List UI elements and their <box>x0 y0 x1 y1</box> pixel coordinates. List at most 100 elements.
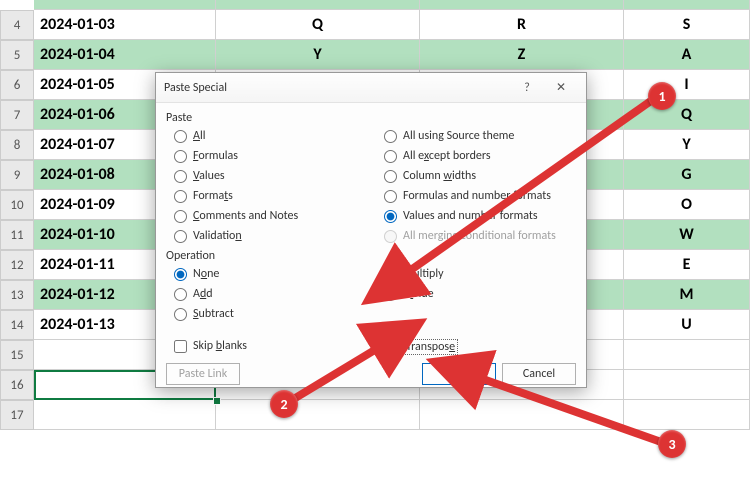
cell[interactable]: Y <box>624 130 750 160</box>
row-header[interactable]: 11 <box>0 220 34 250</box>
paste-comments-input[interactable] <box>174 210 187 223</box>
operation-none-input[interactable] <box>174 268 187 281</box>
cell[interactable]: S <box>624 10 750 40</box>
selection-handle[interactable] <box>213 397 221 405</box>
paste-formats-input[interactable] <box>174 190 187 203</box>
row-header[interactable]: 7 <box>0 100 34 130</box>
radio-label: All <box>193 129 205 143</box>
paste-col_widths[interactable]: Column widths <box>384 169 476 183</box>
radio-label: All except borders <box>403 149 491 163</box>
transpose-input[interactable] <box>384 341 397 354</box>
operation-add[interactable]: Add <box>174 287 213 301</box>
radio-label: Divide <box>403 287 434 301</box>
row-header[interactable]: 9 <box>0 160 34 190</box>
radio-label: Formulas <box>193 149 238 163</box>
cell[interactable] <box>624 400 750 430</box>
radio-label: None <box>193 267 219 281</box>
cell[interactable]: Q <box>216 10 420 40</box>
row-header[interactable]: 12 <box>0 250 34 280</box>
row-header[interactable]: 5 <box>0 40 34 70</box>
cancel-button[interactable]: Cancel <box>502 363 576 385</box>
cell[interactable]: 2024-01-04 <box>34 40 216 70</box>
row-header[interactable]: 17 <box>0 400 34 430</box>
paste-values_num[interactable]: Values and number formats <box>384 209 538 223</box>
radio-label: Formats <box>193 189 233 203</box>
row-header[interactable]: 16 <box>0 370 34 400</box>
cell[interactable]: M <box>624 280 750 310</box>
paste-col_widths-input[interactable] <box>384 170 397 183</box>
callout-badge-3: 3 <box>658 430 686 458</box>
cell[interactable]: 2024-01-02 <box>34 0 216 10</box>
cell[interactable] <box>624 340 750 370</box>
skip-blanks-input[interactable] <box>174 340 187 353</box>
radio-label: All merging conditional formats <box>403 229 556 243</box>
paste-validation[interactable]: Validation <box>174 229 242 243</box>
paste-special-dialog: Paste Special ? ✕ Paste Operation Skip b… <box>155 72 587 388</box>
radio-label: Comments and Notes <box>193 209 298 223</box>
cell[interactable]: R <box>420 10 624 40</box>
paste-values[interactable]: Values <box>174 169 225 183</box>
operation-subtract-input[interactable] <box>174 308 187 321</box>
cell[interactable]: U <box>624 310 750 340</box>
close-icon: ✕ <box>556 80 566 95</box>
paste-formats[interactable]: Formats <box>174 189 233 203</box>
close-button[interactable]: ✕ <box>544 76 578 100</box>
paste-formulas-input[interactable] <box>174 150 187 163</box>
operation-none[interactable]: None <box>174 267 219 281</box>
cell[interactable]: E <box>624 250 750 280</box>
cell[interactable]: Q <box>624 100 750 130</box>
paste-formulas_num-input[interactable] <box>384 190 397 203</box>
cell[interactable]: Z <box>420 40 624 70</box>
ok-button[interactable]: OK <box>422 363 496 385</box>
cell[interactable]: O <box>624 190 750 220</box>
row-header[interactable]: 4 <box>0 10 34 40</box>
paste-except_borders-input[interactable] <box>384 150 397 163</box>
cell[interactable]: A <box>624 40 750 70</box>
row-header[interactable]: 6 <box>0 70 34 100</box>
paste-formulas[interactable]: Formulas <box>174 149 238 163</box>
cell[interactable]: Y <box>216 40 420 70</box>
cell[interactable]: I <box>624 70 750 100</box>
cell[interactable] <box>624 370 750 400</box>
paste-except_borders[interactable]: All except borders <box>384 149 491 163</box>
paste-all[interactable]: All <box>174 129 205 143</box>
row-header[interactable]: 15 <box>0 340 34 370</box>
operation-divide[interactable]: Divide <box>384 287 434 301</box>
paste-formulas_num[interactable]: Formulas and number formats <box>384 189 551 203</box>
row-header[interactable]: 8 <box>0 130 34 160</box>
radio-label: Validation <box>193 229 242 243</box>
row-header[interactable]: 14 <box>0 310 34 340</box>
paste-all-input[interactable] <box>174 130 187 143</box>
radio-label: Multiply <box>403 267 444 281</box>
cell[interactable]: W <box>624 220 750 250</box>
radio-label: Subtract <box>193 307 234 321</box>
cell[interactable] <box>420 400 624 430</box>
row-header[interactable]: 13 <box>0 280 34 310</box>
radio-label: All using Source theme <box>403 129 514 143</box>
paste-values-input[interactable] <box>174 170 187 183</box>
cell[interactable]: J <box>216 0 420 10</box>
operation-add-input[interactable] <box>174 288 187 301</box>
paste-comments[interactable]: Comments and Notes <box>174 209 298 223</box>
paste-src_theme[interactable]: All using Source theme <box>384 129 514 143</box>
operation-multiply[interactable]: Multiply <box>384 267 444 281</box>
help-button[interactable]: ? <box>510 76 544 100</box>
cell[interactable]: K <box>624 0 750 10</box>
operation-subtract[interactable]: Subtract <box>174 307 234 321</box>
skip-blanks-label: Skip blanks <box>193 339 247 353</box>
operation-divide-input[interactable] <box>384 288 397 301</box>
transpose-checkbox[interactable]: Transpose <box>384 339 458 355</box>
paste-src_theme-input[interactable] <box>384 130 397 143</box>
callout-badge-1: 1 <box>648 82 676 110</box>
skip-blanks-checkbox[interactable]: Skip blanks <box>174 339 247 353</box>
cell[interactable]: G <box>624 160 750 190</box>
row-header[interactable]: 10 <box>0 190 34 220</box>
paste-values_num-input[interactable] <box>384 210 397 223</box>
cell[interactable] <box>34 400 216 430</box>
paste-validation-input[interactable] <box>174 230 187 243</box>
cell[interactable]: J <box>420 0 624 10</box>
operation-multiply-input[interactable] <box>384 268 397 281</box>
paste-merge_cond-input <box>384 230 397 243</box>
cell[interactable]: 2024-01-03 <box>34 10 216 40</box>
cell[interactable] <box>216 400 420 430</box>
